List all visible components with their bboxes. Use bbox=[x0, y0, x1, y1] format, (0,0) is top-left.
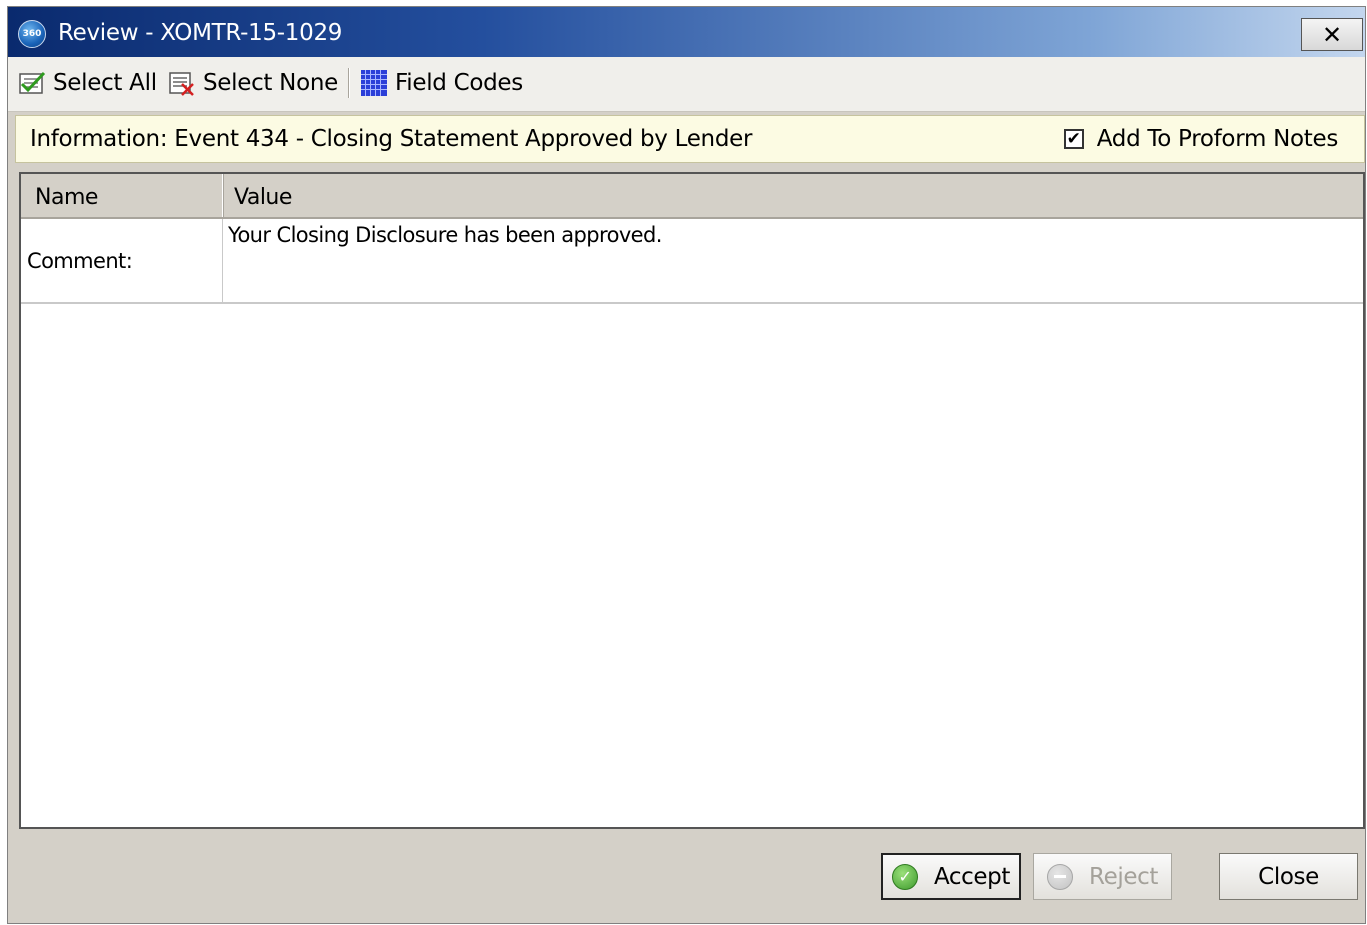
table-row[interactable]: Comment: Your Closing Disclosure has bee… bbox=[21, 219, 1363, 304]
window-close-button[interactable]: ✕ bbox=[1301, 18, 1363, 51]
information-bar: Information: Event 434 - Closing Stateme… bbox=[15, 115, 1365, 163]
select-all-button[interactable]: Select All bbox=[18, 67, 157, 99]
toolbar: Select All Select None Field Codes bbox=[8, 57, 1365, 112]
field-codes-button[interactable]: Field Codes bbox=[360, 67, 523, 99]
accept-label: Accept bbox=[934, 863, 1010, 890]
column-header-value-label[interactable]: Value bbox=[234, 185, 292, 210]
checklist-icon bbox=[19, 71, 46, 94]
window-title: Review - XOMTR-15-1029 bbox=[58, 20, 343, 46]
select-none-label: Select None bbox=[203, 70, 338, 96]
close-button[interactable]: Close bbox=[1219, 853, 1358, 900]
toolbar-separator bbox=[348, 68, 350, 98]
grid-codes-icon bbox=[361, 70, 387, 96]
grid-header: Name Value bbox=[21, 174, 1363, 219]
select-none-button[interactable]: Select None bbox=[168, 67, 338, 99]
column-header-name[interactable]: Name bbox=[21, 174, 223, 217]
cell-value-text: Your Closing Disclosure has been approve… bbox=[228, 223, 662, 247]
review-dialog: 360 Review - XOMTR-15-1029 ✕ Select All bbox=[7, 6, 1366, 924]
review-grid: Name Value Comment: Your Closing Disclos… bbox=[19, 172, 1365, 829]
add-to-proform-checkbox[interactable]: ✔ Add To Proform Notes bbox=[1063, 126, 1339, 152]
reject-button[interactable]: Reject bbox=[1033, 853, 1172, 900]
checkbox-checked-icon[interactable]: ✔ bbox=[1063, 129, 1084, 149]
select-all-label: Select All bbox=[53, 70, 157, 96]
add-to-proform-label: Add To Proform Notes bbox=[1096, 126, 1339, 152]
close-icon: ✕ bbox=[1321, 20, 1343, 49]
cell-name-text: Comment: bbox=[27, 249, 133, 273]
minus-circle-icon bbox=[1047, 863, 1074, 890]
app-logo-icon: 360 bbox=[18, 20, 46, 48]
accept-button[interactable]: ✓ Accept bbox=[881, 853, 1021, 900]
check-circle-icon: ✓ bbox=[892, 863, 918, 890]
close-label: Close bbox=[1258, 863, 1319, 890]
title-bar[interactable]: 360 Review - XOMTR-15-1029 ✕ bbox=[8, 7, 1365, 57]
information-text: Information: Event 434 - Closing Stateme… bbox=[30, 126, 753, 152]
column-header-name-label: Name bbox=[35, 185, 98, 210]
reject-label: Reject bbox=[1089, 863, 1158, 890]
clear-list-icon bbox=[169, 72, 194, 96]
cell-name: Comment: bbox=[21, 219, 223, 302]
field-codes-label: Field Codes bbox=[395, 70, 523, 96]
